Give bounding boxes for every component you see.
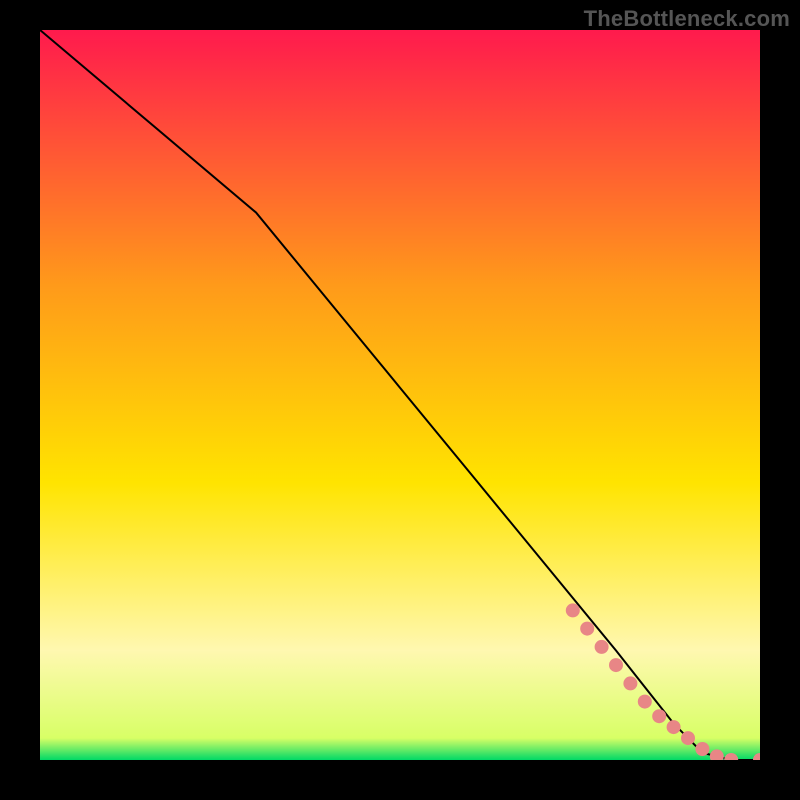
- plot-area: [40, 30, 760, 760]
- marker-point: [595, 640, 609, 654]
- marker-point: [681, 731, 695, 745]
- attribution-label: TheBottleneck.com: [584, 6, 790, 32]
- chart-frame: TheBottleneck.com: [0, 0, 800, 800]
- marker-point: [638, 695, 652, 709]
- marker-point: [566, 603, 580, 617]
- marker-point: [695, 742, 709, 756]
- marker-point: [652, 709, 666, 723]
- gradient-background: [40, 30, 760, 760]
- marker-point: [580, 622, 594, 636]
- marker-point: [667, 720, 681, 734]
- chart-svg: [40, 30, 760, 760]
- marker-point: [609, 658, 623, 672]
- marker-point: [623, 676, 637, 690]
